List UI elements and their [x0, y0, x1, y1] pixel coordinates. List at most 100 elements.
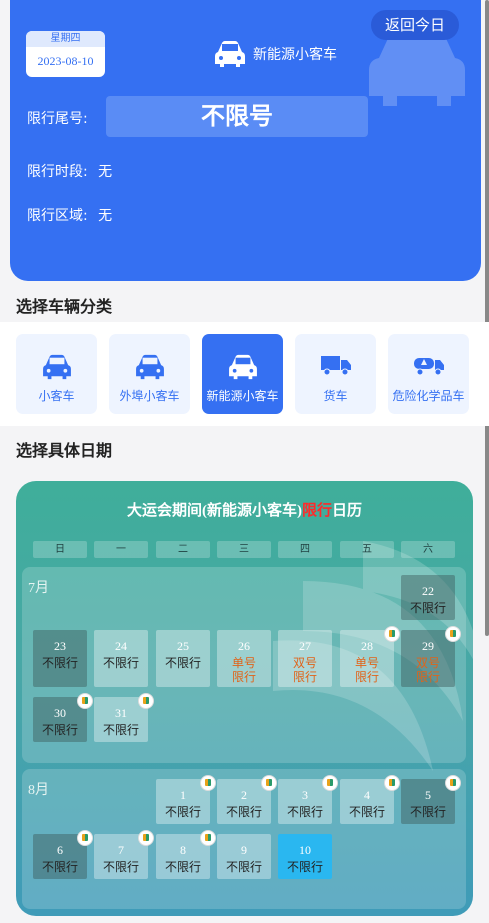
calendar-day[interactable]: 29 双号 限行: [401, 626, 461, 687]
calendar-day[interactable]: 30 不限行: [33, 693, 93, 742]
day-status: 单号 限行: [354, 656, 379, 684]
vehicle-type-display: 新能源小客车: [213, 40, 337, 68]
calendar-day[interactable]: 7 不限行: [94, 830, 154, 879]
universiade-badge-icon: [445, 775, 461, 791]
day-status: 双号 限行: [292, 656, 317, 684]
plate-number-value: 不限号: [106, 96, 368, 137]
day-status: 不限行: [286, 860, 323, 874]
time-period-label: 限行时段:: [27, 164, 88, 180]
weekday-header: 一: [94, 541, 148, 558]
vehicle-category-panel: 小客车 外埠小客车 新能源小客车 货车 危险化学品车: [0, 322, 489, 426]
calendar-day[interactable]: 1 不限行: [156, 775, 216, 824]
date-label: 2023-08-10: [37, 54, 94, 68]
day-status: 不限行: [409, 601, 446, 615]
calendar-day[interactable]: 25 不限行: [156, 630, 210, 687]
universiade-badge-icon: [77, 693, 93, 709]
category-truck[interactable]: 货车: [295, 334, 376, 414]
month-label: 7月: [28, 581, 49, 596]
truck-icon: [320, 356, 351, 376]
month-block-august: 8月 1 不限行 2 不限行 3 不限行 4 不限行 5 不限行 6 不限行 7…: [22, 769, 466, 909]
day-status: 不限行: [286, 805, 323, 819]
weekday-header: 三: [217, 541, 271, 558]
scrollbar[interactable]: [485, 0, 489, 636]
day-status: 不限行: [225, 805, 262, 819]
day-status: 不限行: [409, 805, 446, 819]
car-icon: [42, 354, 71, 380]
day-number: 9: [241, 843, 247, 857]
calendar-day[interactable]: 22 不限行: [401, 575, 455, 620]
calendar-day[interactable]: 8 不限行: [156, 830, 216, 879]
calendar-day[interactable]: 5 不限行: [401, 775, 461, 824]
area-row: 限行区域: 无: [27, 205, 112, 225]
day-number: 27: [299, 639, 311, 653]
day-number: 23: [54, 639, 66, 653]
calendar-day[interactable]: 23 不限行: [33, 630, 87, 687]
day-status: 不限行: [41, 723, 78, 737]
vehicle-type-label: 新能源小客车: [253, 47, 337, 63]
date-badge: 星期四 2023-08-10: [26, 31, 105, 77]
month-block-july: 7月 22 不限行 23 不限行 24 不限行 25 不限行 26 单号 限行 …: [22, 567, 466, 763]
calendar-day[interactable]: 28 单号 限行: [340, 626, 400, 687]
day-number: 22: [422, 584, 434, 598]
restriction-calendar: 大运会期间(新能源小客车)限行日历 日 一 二 三 四 五 六 7月 22 不限…: [16, 481, 473, 916]
weekday-header: 六: [401, 541, 455, 558]
day-number: 2: [241, 788, 247, 802]
plate-number-label: 限行尾号:: [27, 111, 88, 127]
car-icon: [215, 41, 245, 67]
calendar-day[interactable]: 27 双号 限行: [278, 630, 332, 687]
category-label: 新能源小客车: [206, 389, 279, 403]
category-small-car[interactable]: 小客车: [16, 334, 97, 414]
vehicle-category-title: 选择车辆分类: [16, 297, 113, 316]
calendar-day[interactable]: 9 不限行: [217, 834, 271, 879]
day-number: 28: [361, 639, 373, 653]
universiade-badge-icon: [200, 830, 216, 846]
day-status: 不限行: [164, 860, 201, 874]
day-status: 单号 限行: [231, 656, 256, 684]
universiade-badge-icon: [77, 830, 93, 846]
day-number: 25: [177, 639, 189, 653]
calendar-day[interactable]: 24 不限行: [94, 630, 148, 687]
day-number: 24: [115, 639, 127, 653]
calendar-day[interactable]: 2 不限行: [217, 775, 277, 824]
day-number: 30: [54, 706, 66, 720]
category-nonlocal-car[interactable]: 外埠小客车: [109, 334, 190, 414]
universiade-badge-icon: [322, 775, 338, 791]
calendar-day[interactable]: 26 单号 限行: [217, 630, 271, 687]
area-value: 无: [98, 208, 113, 224]
category-label: 小客车: [38, 389, 75, 403]
calendar-day-today[interactable]: 10 不限行: [278, 834, 332, 879]
return-today-button[interactable]: 返回今日: [371, 10, 459, 40]
calendar-day[interactable]: 4 不限行: [340, 775, 400, 824]
category-hazardous-vehicle[interactable]: 危险化学品车: [388, 334, 469, 414]
calendar-title: 大运会期间(新能源小客车)限行日历: [16, 499, 473, 520]
time-period-value: 无: [98, 164, 113, 180]
weekday-header: 五: [340, 541, 394, 558]
category-label: 危险化学品车: [392, 389, 465, 403]
day-status: 不限行: [41, 860, 78, 874]
day-number: 31: [115, 706, 127, 720]
day-number: 5: [425, 788, 431, 802]
day-status: 不限行: [164, 805, 201, 819]
day-status: 不限行: [164, 656, 201, 670]
universiade-badge-icon: [384, 775, 400, 791]
tanker-icon: [413, 358, 444, 376]
calendar-day[interactable]: 31 不限行: [94, 693, 154, 742]
day-status: 不限行: [225, 860, 262, 874]
universiade-badge-icon: [138, 693, 154, 709]
day-status: 不限行: [41, 656, 78, 670]
day-number: 1: [180, 788, 186, 802]
day-number: 6: [57, 843, 63, 857]
category-new-energy-car[interactable]: 新能源小客车: [202, 334, 283, 414]
category-label: 货车: [323, 389, 348, 403]
restriction-header-card: 星期四 2023-08-10 返回今日 新能源小客车 限行尾号: 不限号 限行时…: [10, 0, 481, 281]
universiade-badge-icon: [138, 830, 154, 846]
day-number: 8: [180, 843, 186, 857]
day-number: 29: [422, 639, 434, 653]
calendar-day[interactable]: 6 不限行: [33, 830, 93, 879]
time-period-row: 限行时段: 无: [27, 161, 112, 181]
weekday-header: 四: [278, 541, 332, 558]
day-number: 3: [302, 788, 308, 802]
weekday-header: 二: [156, 541, 210, 558]
day-number: 10: [299, 843, 311, 857]
calendar-day[interactable]: 3 不限行: [278, 775, 338, 824]
